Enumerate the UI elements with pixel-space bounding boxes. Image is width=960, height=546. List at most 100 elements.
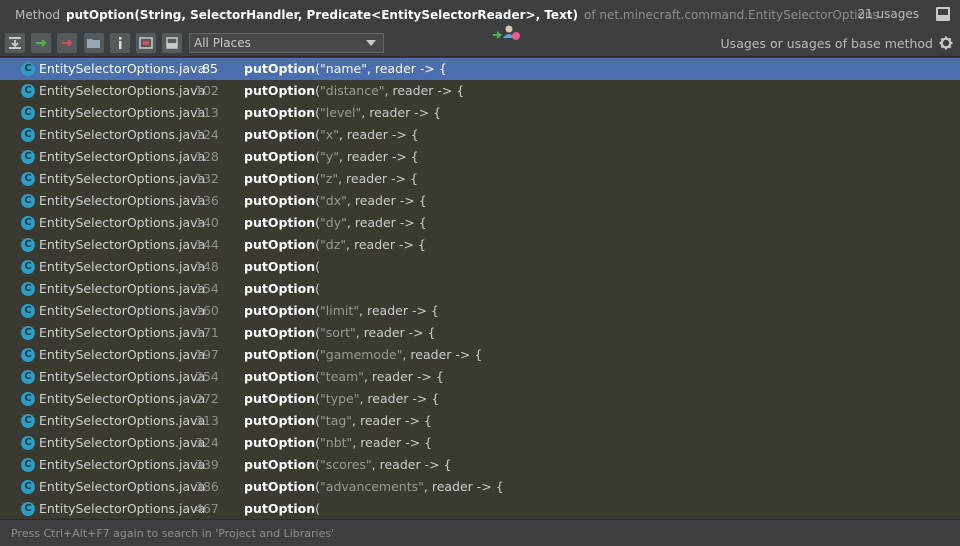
- usage-row[interactable]: C EntitySelectorOptions.java 154 putOption(: [0, 278, 960, 300]
- title-class-suffix: of net.minecraft.command.EntitySelectorO…: [584, 7, 879, 22]
- method-name: putOption: [244, 303, 316, 318]
- expand-all-icon[interactable]: [5, 33, 25, 53]
- file-name: EntitySelectorOptions.java: [39, 127, 206, 142]
- class-icon: C: [21, 436, 35, 450]
- file-name: EntitySelectorOptions.java: [39, 435, 206, 450]
- preview-icon[interactable]: [136, 33, 156, 53]
- class-icon: C: [21, 348, 35, 362]
- code-snippet: putOption("type", reader -> {: [244, 391, 440, 406]
- code-rest: , reader -> {: [346, 237, 426, 252]
- method-name: putOption: [244, 413, 316, 428]
- class-icon: C: [21, 128, 35, 142]
- method-signature: putOption(String, SelectorHandler, Predi…: [66, 7, 579, 22]
- usage-row[interactable]: C EntitySelectorOptions.java 132 putOption(…: [0, 168, 960, 190]
- line-number: 339: [195, 457, 219, 472]
- usage-row[interactable]: C EntitySelectorOptions.java 85 putOption("…: [0, 58, 960, 80]
- code-snippet: putOption("distance", reader -> {: [244, 83, 465, 98]
- info-icon[interactable]: [110, 33, 130, 53]
- usage-row[interactable]: C EntitySelectorOptions.java 272 putOption(…: [0, 388, 960, 410]
- usage-row[interactable]: C EntitySelectorOptions.java 324 putOption(…: [0, 432, 960, 454]
- usage-row[interactable]: C EntitySelectorOptions.java 467 putOption(: [0, 498, 960, 520]
- code-snippet: putOption("level", reader -> {: [244, 105, 442, 120]
- settings-gear-icon[interactable]: [939, 36, 953, 50]
- line-number: 154: [195, 281, 219, 296]
- file-name: EntitySelectorOptions.java: [39, 281, 206, 296]
- usages-list: C EntitySelectorOptions.java 85 putOption("…: [0, 57, 960, 519]
- toggle-panel-icon[interactable]: [162, 33, 182, 53]
- line-number: 148: [195, 259, 219, 274]
- file-name: EntitySelectorOptions.java: [39, 479, 206, 494]
- status-bar: Press Ctrl+Alt+F7 again to search in 'Pr…: [0, 519, 960, 546]
- line-number: 197: [195, 347, 219, 362]
- usage-row[interactable]: C EntitySelectorOptions.java 197 putOption(…: [0, 344, 960, 366]
- open-folder-icon[interactable]: [84, 33, 104, 53]
- method-name: putOption: [244, 193, 316, 208]
- line-number: 113: [195, 105, 219, 120]
- code-snippet: putOption("y", reader -> {: [244, 149, 419, 164]
- class-icon: C: [21, 238, 35, 252]
- method-name: putOption: [244, 83, 316, 98]
- string-argument: "type": [320, 391, 360, 406]
- usage-row[interactable]: C EntitySelectorOptions.java 136 putOption(…: [0, 190, 960, 212]
- class-icon: C: [21, 304, 35, 318]
- file-name: EntitySelectorOptions.java: [39, 369, 206, 384]
- usage-row[interactable]: C EntitySelectorOptions.java 128 putOption(…: [0, 146, 960, 168]
- usage-row[interactable]: C EntitySelectorOptions.java 140 putOption(…: [0, 212, 960, 234]
- string-argument: "nbt": [320, 435, 353, 450]
- usage-row[interactable]: C EntitySelectorOptions.java 386 putOption(…: [0, 476, 960, 498]
- usage-row[interactable]: C EntitySelectorOptions.java 144 putOption(…: [0, 234, 960, 256]
- scope-select[interactable]: All Places: [189, 33, 384, 53]
- usage-row[interactable]: C EntitySelectorOptions.java 339 putOption(…: [0, 454, 960, 476]
- file-name: EntitySelectorOptions.java: [39, 391, 206, 406]
- code-rest: , reader -> {: [355, 325, 436, 340]
- method-name: putOption: [244, 457, 316, 472]
- code-rest: , reader -> {: [402, 347, 483, 362]
- class-icon: C: [21, 326, 35, 340]
- file-name: EntitySelectorOptions.java: [39, 325, 206, 340]
- title-prefix: Method: [15, 7, 61, 22]
- code-rest: , reader -> {: [338, 149, 419, 164]
- code-snippet: putOption("name", reader -> {: [244, 61, 447, 76]
- usage-row[interactable]: C EntitySelectorOptions.java 160 putOption(…: [0, 300, 960, 322]
- string-argument: "dy": [320, 215, 347, 230]
- file-name: EntitySelectorOptions.java: [39, 413, 206, 428]
- method-name: putOption: [244, 259, 316, 274]
- code-snippet: putOption("tag", reader -> {: [244, 413, 432, 428]
- line-number: 386: [195, 479, 219, 494]
- usage-row[interactable]: C EntitySelectorOptions.java 313 putOption(…: [0, 410, 960, 432]
- method-name: putOption: [244, 347, 316, 362]
- open-in-find-window-icon[interactable]: [936, 7, 950, 21]
- method-name: putOption: [244, 435, 316, 450]
- line-number: 132: [195, 171, 219, 186]
- file-name: EntitySelectorOptions.java: [39, 61, 206, 76]
- usage-row[interactable]: C EntitySelectorOptions.java 148 putOption(: [0, 256, 960, 278]
- code-snippet: putOption(: [244, 501, 321, 516]
- chevron-down-icon: [366, 40, 376, 46]
- class-icon: C: [21, 370, 35, 384]
- class-icon: C: [21, 414, 35, 428]
- line-number: 313: [195, 413, 219, 428]
- usage-row[interactable]: C EntitySelectorOptions.java 113 putOption(…: [0, 102, 960, 124]
- method-name: putOption: [244, 325, 316, 340]
- string-argument: "dz": [320, 237, 347, 252]
- file-name: EntitySelectorOptions.java: [39, 149, 206, 164]
- file-name: EntitySelectorOptions.java: [39, 215, 206, 230]
- method-name: putOption: [244, 215, 316, 230]
- code-snippet: putOption("dx", reader -> {: [244, 193, 427, 208]
- navigate-back-icon[interactable]: [57, 33, 77, 53]
- usage-row[interactable]: C EntitySelectorOptions.java 254 putOption(…: [0, 366, 960, 388]
- string-argument: "team": [320, 369, 364, 384]
- string-argument: "name": [320, 61, 367, 76]
- string-argument: "level": [320, 105, 362, 120]
- usage-row[interactable]: C EntitySelectorOptions.java 171 putOption(…: [0, 322, 960, 344]
- line-number: 144: [195, 237, 219, 252]
- status-hint: Press Ctrl+Alt+F7 again to search in 'Pr…: [11, 526, 335, 540]
- file-name: EntitySelectorOptions.java: [39, 105, 206, 120]
- string-argument: "y": [320, 149, 339, 164]
- string-argument: "distance": [320, 83, 385, 98]
- code-snippet: putOption("limit", reader -> {: [244, 303, 439, 318]
- navigate-forward-icon[interactable]: [31, 33, 51, 53]
- usage-row[interactable]: C EntitySelectorOptions.java 102 putOption(…: [0, 80, 960, 102]
- class-icon: C: [21, 194, 35, 208]
- usage-row[interactable]: C EntitySelectorOptions.java 124 putOption(…: [0, 124, 960, 146]
